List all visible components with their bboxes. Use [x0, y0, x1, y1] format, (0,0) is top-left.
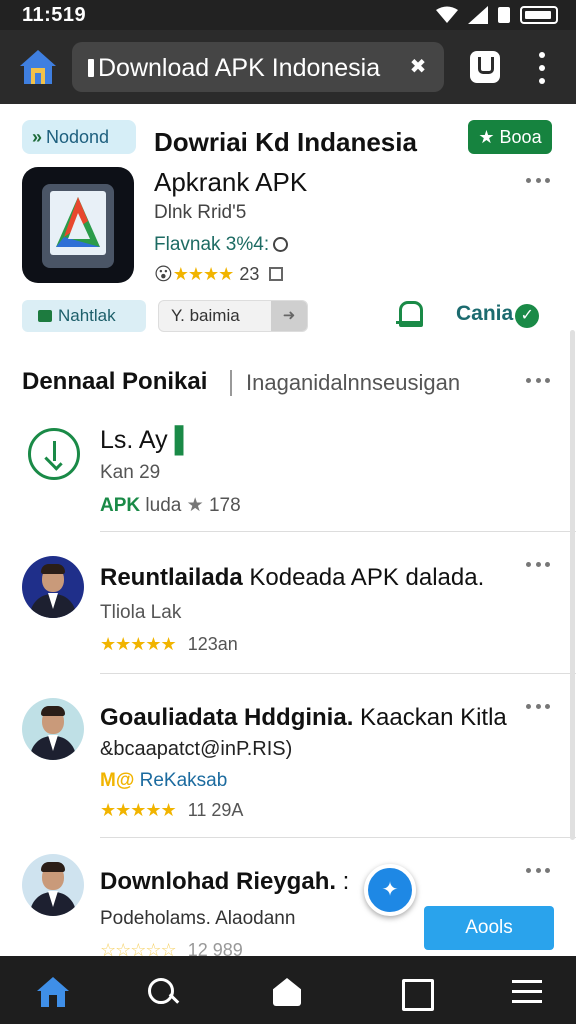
divider: [230, 370, 232, 396]
triangle-logo-icon: [56, 197, 100, 247]
signal-icon: [468, 6, 488, 24]
section-subtitle: Inaganidalnnseusigan: [246, 370, 461, 395]
rating-value: 23: [239, 264, 260, 284]
item-badge: M@ ReKaksab: [100, 770, 228, 791]
calendar-icon: [269, 267, 284, 281]
lock-icon: [88, 59, 94, 77]
item-meta: &bcaapatct@inP.RIS): [100, 738, 293, 760]
battery-icon: [520, 6, 558, 24]
list-item[interactable]: Reuntlailada Kodeada APK dalada. Tliola …: [0, 532, 576, 674]
more-horiz-icon[interactable]: [526, 378, 550, 386]
book-button[interactable]: ★ Booa: [468, 120, 552, 154]
app-icon[interactable]: [22, 167, 134, 283]
app-rating: 😮★★★★ 23: [154, 264, 284, 285]
app-card: » Nodond Dowriai Kd Indanesia Apkrank APK…: [0, 104, 576, 344]
app-version: Flavnak 3%4:: [154, 234, 289, 256]
more-horiz-icon[interactable]: [526, 562, 550, 570]
address-text[interactable]: Download APK Indonesia: [98, 54, 380, 83]
home-icon[interactable]: [18, 48, 58, 86]
address-tool-icon[interactable]: ✖: [406, 56, 430, 78]
item-meta: Tliola Lak: [100, 602, 182, 623]
item-meta: Kan 29: [100, 462, 161, 483]
rate-chip[interactable]: Nahtlak: [22, 300, 146, 332]
item-rating: ★★★★★ 11 29A: [100, 800, 244, 820]
home-icon[interactable]: [36, 976, 70, 1008]
more-vert-icon[interactable]: [532, 52, 552, 84]
apply-button[interactable]: Aools: [424, 906, 554, 950]
face-icon: 😮: [154, 264, 173, 284]
list-item[interactable]: Goauliadata Hddginia. Kaackan Kitla &bca…: [0, 674, 576, 838]
status-time: 11:519: [22, 4, 87, 26]
item-title: Reuntlailada Kodeada APK dalada.: [100, 564, 485, 591]
wifi-icon: [436, 6, 458, 23]
item-rating: APK luda ★ 178: [100, 495, 241, 516]
avatar: [22, 556, 84, 618]
section-header: Dennaal Ponikai Inaganidalnnseusigan: [0, 356, 576, 412]
double-arrow-icon: »: [32, 127, 43, 147]
menu-icon[interactable]: [510, 976, 544, 1008]
item-title: Downlohad Rieygah. :: [100, 868, 350, 895]
app-developer: Dlnk Rrid'5: [154, 202, 247, 223]
arrow-right-icon[interactable]: ➜: [271, 301, 307, 331]
item-rating: ★★★★★ 123an: [100, 634, 238, 654]
avatar: [22, 698, 84, 760]
download-badge[interactable]: » Nodond: [22, 120, 136, 154]
tab-switcher-icon[interactable]: [470, 51, 500, 83]
app-subtitle: Apkrank APK: [154, 167, 308, 197]
rating-stars: ★★★★★: [100, 634, 177, 654]
rating-stars: ★★★★: [172, 264, 235, 284]
tablet-icon: [42, 184, 114, 268]
list-item[interactable]: Ls. Ay ▌ Kan 29 APK luda ★ 178: [0, 412, 576, 532]
section-title: Dennaal Ponikai: [22, 368, 208, 395]
share-button[interactable]: Cania ✓: [456, 302, 540, 328]
more-horiz-icon[interactable]: [526, 704, 550, 712]
status-icons: [436, 6, 558, 24]
rating-stars: ★★★★★: [100, 800, 177, 820]
scrollbar[interactable]: [570, 330, 575, 840]
address-bar[interactable]: Download APK Indonesia ✖: [72, 42, 444, 92]
app-title: Dowriai Kd Indanesia: [154, 127, 417, 157]
search-icon[interactable]: [146, 976, 180, 1008]
house-icon[interactable]: [270, 976, 304, 1008]
browser-toolbar: Download APK Indonesia ✖: [0, 30, 576, 104]
badge-label: Nodond: [46, 127, 110, 147]
comment-icon: [38, 310, 52, 322]
battery-small-icon: [498, 7, 510, 23]
item-title: Ls. Ay ▌: [100, 426, 193, 454]
item-title: Goauliadata Hddginia. Kaackan Kitla: [100, 704, 507, 731]
bottom-nav: [0, 956, 576, 1024]
check-icon: ✓: [515, 304, 540, 328]
floating-action-button[interactable]: ✦: [364, 864, 416, 916]
share-chip[interactable]: Y. baimia ➜: [158, 300, 308, 332]
more-horiz-icon[interactable]: [526, 178, 550, 186]
status-bar: 11:519: [0, 0, 576, 30]
square-icon[interactable]: [398, 976, 434, 1011]
avatar: [22, 854, 84, 916]
download-icon: [28, 428, 80, 480]
action-row: Nahtlak Y. baimia ➜ Cania ✓: [0, 298, 576, 338]
item-meta: Podeholams. Alaodann: [100, 908, 296, 929]
bell-icon[interactable]: [396, 298, 423, 328]
clock-icon: [273, 237, 289, 252]
more-horiz-icon[interactable]: [526, 868, 550, 876]
